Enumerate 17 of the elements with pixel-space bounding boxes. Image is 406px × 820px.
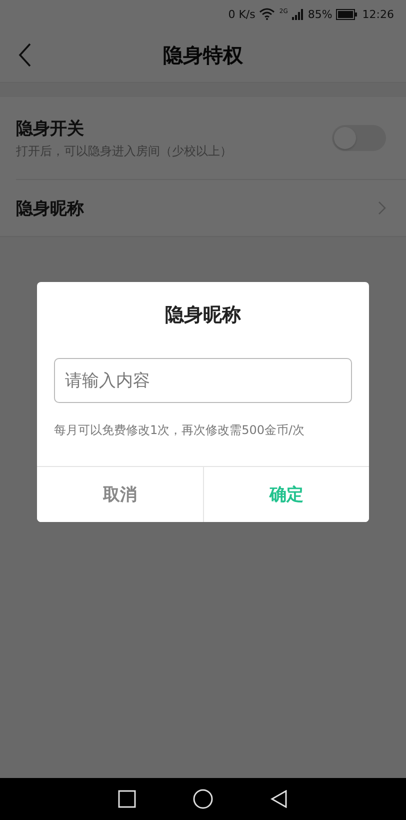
dialog-title: 隐身昵称 bbox=[165, 303, 241, 328]
input-field[interactable]: 请输入内容 bbox=[54, 358, 352, 403]
wifi-icon bbox=[259, 8, 276, 20]
toggle-switch[interactable] bbox=[332, 125, 386, 151]
clock: 12:26 bbox=[362, 8, 394, 20]
signal-icon bbox=[292, 8, 304, 20]
setting-label[interactable]: 隐身昵称 bbox=[16, 196, 84, 220]
battery-level: 85% bbox=[308, 8, 332, 20]
home-icon[interactable] bbox=[192, 789, 213, 809]
recents-icon[interactable] bbox=[118, 790, 136, 808]
confirm-button[interactable]: 确定 bbox=[202, 467, 369, 522]
setting-label: 隐身开关 bbox=[16, 118, 85, 140]
network-speed: 0 K/s bbox=[228, 8, 256, 20]
hint-text: 每月可以免费修改1次，再次修改需500金币/次 bbox=[54, 422, 305, 439]
page-title: 隐身特权 bbox=[163, 42, 243, 68]
battery-icon bbox=[336, 8, 358, 20]
chevron-right-icon bbox=[378, 201, 386, 215]
